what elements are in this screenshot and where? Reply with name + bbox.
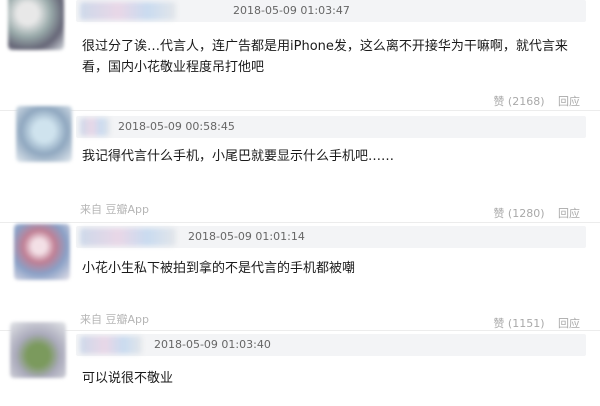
comment-text: 我记得代言什么手机，小尾巴就要显示什么手机吧……: [82, 149, 395, 164]
comment-timestamp: 2018-05-09 01:01:14: [188, 230, 305, 243]
comment-timestamp: 2018-05-09 00:58:45: [118, 120, 235, 133]
like-button[interactable]: 赞 (1151): [493, 317, 544, 330]
watermark: [448, 392, 598, 406]
reply-button[interactable]: 回应: [558, 207, 580, 220]
comment-actions: 赞 (1280) 回应: [483, 205, 580, 221]
reply-button[interactable]: 回应: [558, 95, 580, 108]
comment-actions: 赞 (1151) 回应: [483, 315, 580, 331]
comment-timestamp: 2018-05-09 01:03:47: [233, 4, 350, 17]
comment-header: 2018-05-09 01:01:14: [76, 226, 586, 248]
comment-text: 可以说很不敬业: [82, 371, 174, 386]
comment-header: 2018-05-09 01:03:40: [76, 334, 586, 356]
comment-source: 来自 豆瓣App: [80, 203, 149, 216]
comment-text: 小花小生私下被拍到拿的不是代言的手机都被嘲: [82, 261, 356, 276]
like-button[interactable]: 赞 (1280): [493, 207, 544, 220]
comment-item: 2018-05-09 01:03:40 可以说很不敬业: [0, 322, 600, 400]
like-button[interactable]: 赞 (2168): [493, 95, 544, 108]
avatar[interactable]: [8, 0, 64, 50]
avatar[interactable]: [16, 106, 72, 162]
comment-source: 来自 豆瓣App: [80, 313, 149, 326]
reply-button[interactable]: 回应: [558, 317, 580, 330]
username[interactable]: [80, 118, 110, 136]
comment-text: 很过分了诶…代言人，连广告都是用iPhone发，这么离不开接华为干嘛啊，就代言来…: [82, 39, 568, 75]
comment-item: 2018-05-09 01:03:47 很过分了诶…代言人，连广告都是用iPho…: [0, 0, 600, 110]
username[interactable]: [80, 228, 176, 246]
comment-header: 2018-05-09 01:03:47: [76, 0, 586, 22]
comment-actions: 赞 (2168) 回应: [483, 93, 580, 109]
username[interactable]: [80, 2, 176, 20]
username[interactable]: [80, 336, 142, 354]
avatar[interactable]: [14, 224, 70, 280]
avatar[interactable]: [10, 322, 66, 378]
comment-timestamp: 2018-05-09 01:03:40: [154, 338, 271, 351]
comment-item: 2018-05-09 00:58:45 我记得代言什么手机，小尾巴就要显示什么手…: [0, 106, 600, 230]
comment-header: 2018-05-09 00:58:45: [76, 116, 586, 138]
comment-item: 2018-05-09 01:01:14 小花小生私下被拍到拿的不是代言的手机都被…: [0, 222, 600, 330]
